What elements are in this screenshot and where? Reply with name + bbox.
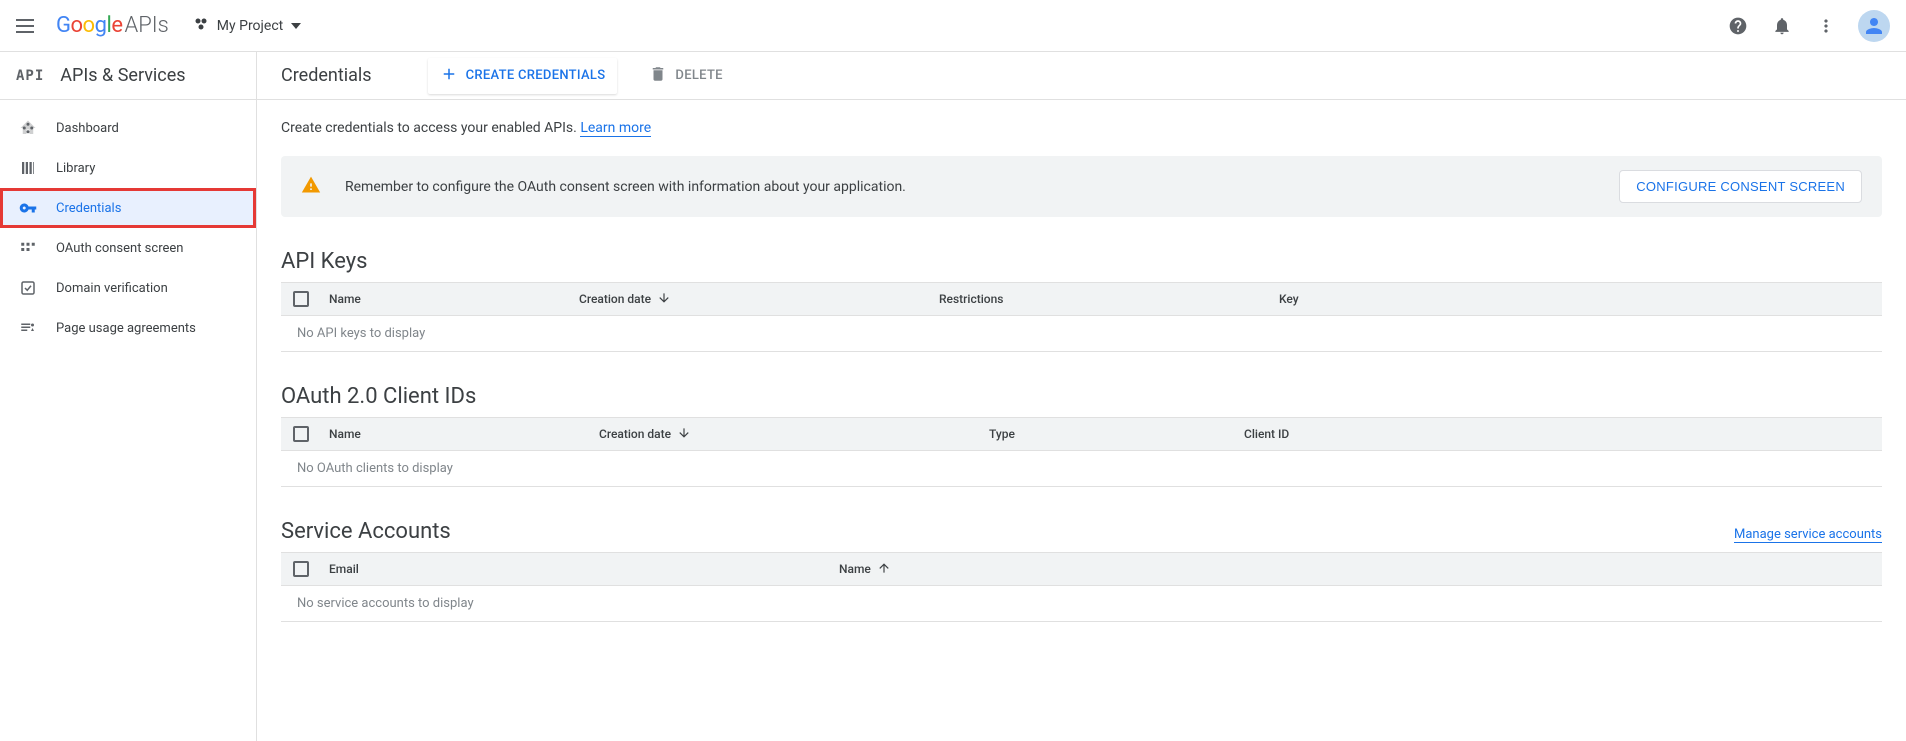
col-creation-date[interactable]: Creation date: [599, 426, 989, 443]
alert-box: Remember to configure the OAuth consent …: [281, 156, 1882, 217]
project-selector[interactable]: My Project: [193, 16, 301, 36]
col-client-id[interactable]: Client ID: [1244, 427, 1870, 441]
dashboard-icon: [16, 116, 40, 140]
select-all-checkbox[interactable]: [293, 291, 309, 307]
col-name[interactable]: Name: [329, 292, 579, 306]
topbar: Google APIs My Project: [0, 0, 1906, 52]
api-icon: API: [16, 68, 44, 84]
key-icon: [16, 196, 40, 220]
warning-icon: [301, 175, 321, 199]
apis-label: APIs: [124, 13, 168, 38]
col-restrictions[interactable]: Restrictions: [939, 292, 1279, 306]
help-icon[interactable]: [1726, 14, 1750, 38]
col-name[interactable]: Name: [329, 427, 599, 441]
empty-state: No OAuth clients to display: [281, 451, 1882, 487]
sidebar: API APIs & Services Dashboard Library: [0, 52, 257, 741]
sidebar-header: API APIs & Services: [0, 52, 256, 100]
table-header: Name Creation date Type Client ID: [281, 417, 1882, 451]
empty-state: No API keys to display: [281, 316, 1882, 352]
section-oauth-clients: OAuth 2.0 Client IDs Name Creation date …: [281, 384, 1882, 487]
manage-service-accounts-link[interactable]: Manage service accounts: [1734, 527, 1882, 543]
notifications-icon[interactable]: [1770, 14, 1794, 38]
table-header: Email Name: [281, 552, 1882, 586]
section-title: OAuth 2.0 Client IDs: [281, 384, 476, 409]
content-header: Credentials CREATE CREDENTIALS DELETE: [257, 52, 1906, 100]
col-key[interactable]: Key: [1279, 292, 1870, 306]
sidebar-item-label: Library: [56, 161, 95, 176]
more-vert-icon[interactable]: [1814, 14, 1838, 38]
sidebar-item-page-usage[interactable]: Page usage agreements: [0, 308, 256, 348]
section-service-accounts: Service Accounts Manage service accounts…: [281, 519, 1882, 622]
page-title: Credentials: [281, 65, 372, 86]
arrow-down-icon: [657, 291, 671, 308]
create-label: CREATE CREDENTIALS: [466, 68, 606, 83]
sidebar-item-domain-verification[interactable]: Domain verification: [0, 268, 256, 308]
sidebar-title: APIs & Services: [60, 65, 185, 86]
consent-icon: [16, 236, 40, 260]
configure-consent-button[interactable]: CONFIGURE CONSENT SCREEN: [1619, 170, 1862, 203]
trash-icon: [649, 65, 667, 87]
sidebar-item-oauth-consent[interactable]: OAuth consent screen: [0, 228, 256, 268]
create-credentials-button[interactable]: CREATE CREDENTIALS: [428, 58, 618, 94]
google-apis-logo[interactable]: Google APIs: [56, 13, 169, 38]
col-creation-date[interactable]: Creation date: [579, 291, 939, 308]
sidebar-item-dashboard[interactable]: Dashboard: [0, 108, 256, 148]
intro-text: Create credentials to access your enable…: [281, 120, 1882, 136]
delete-label: DELETE: [675, 68, 722, 83]
select-all-checkbox[interactable]: [293, 561, 309, 577]
plus-icon: [440, 65, 458, 87]
domain-icon: [16, 276, 40, 300]
select-all-checkbox[interactable]: [293, 426, 309, 442]
chevron-down-icon: [291, 23, 301, 29]
sidebar-item-label: Page usage agreements: [56, 321, 196, 336]
sidebar-item-credentials[interactable]: Credentials: [0, 188, 256, 228]
col-name[interactable]: Name: [839, 561, 1870, 578]
sidebar-item-label: OAuth consent screen: [56, 241, 183, 256]
arrow-up-icon: [877, 561, 891, 578]
project-name: My Project: [217, 18, 283, 34]
delete-button[interactable]: DELETE: [637, 58, 734, 94]
project-icon: [193, 16, 209, 36]
avatar[interactable]: [1858, 10, 1890, 42]
alert-text: Remember to configure the OAuth consent …: [345, 179, 1619, 195]
empty-state: No service accounts to display: [281, 586, 1882, 622]
content: Credentials CREATE CREDENTIALS DELETE Cr…: [257, 52, 1906, 741]
agreements-icon: [16, 316, 40, 340]
menu-icon[interactable]: [16, 14, 40, 38]
learn-more-link[interactable]: Learn more: [580, 120, 651, 137]
table-header: Name Creation date Restrictions Key: [281, 282, 1882, 316]
sidebar-item-label: Credentials: [56, 201, 121, 216]
col-type[interactable]: Type: [989, 427, 1244, 441]
section-title: Service Accounts: [281, 519, 451, 544]
arrow-down-icon: [677, 426, 691, 443]
library-icon: [16, 156, 40, 180]
sidebar-item-library[interactable]: Library: [0, 148, 256, 188]
sidebar-item-label: Domain verification: [56, 281, 168, 296]
col-email[interactable]: Email: [329, 562, 839, 576]
sidebar-item-label: Dashboard: [56, 121, 119, 136]
section-title: API Keys: [281, 249, 368, 274]
section-api-keys: API Keys Name Creation date Restrictions…: [281, 249, 1882, 352]
